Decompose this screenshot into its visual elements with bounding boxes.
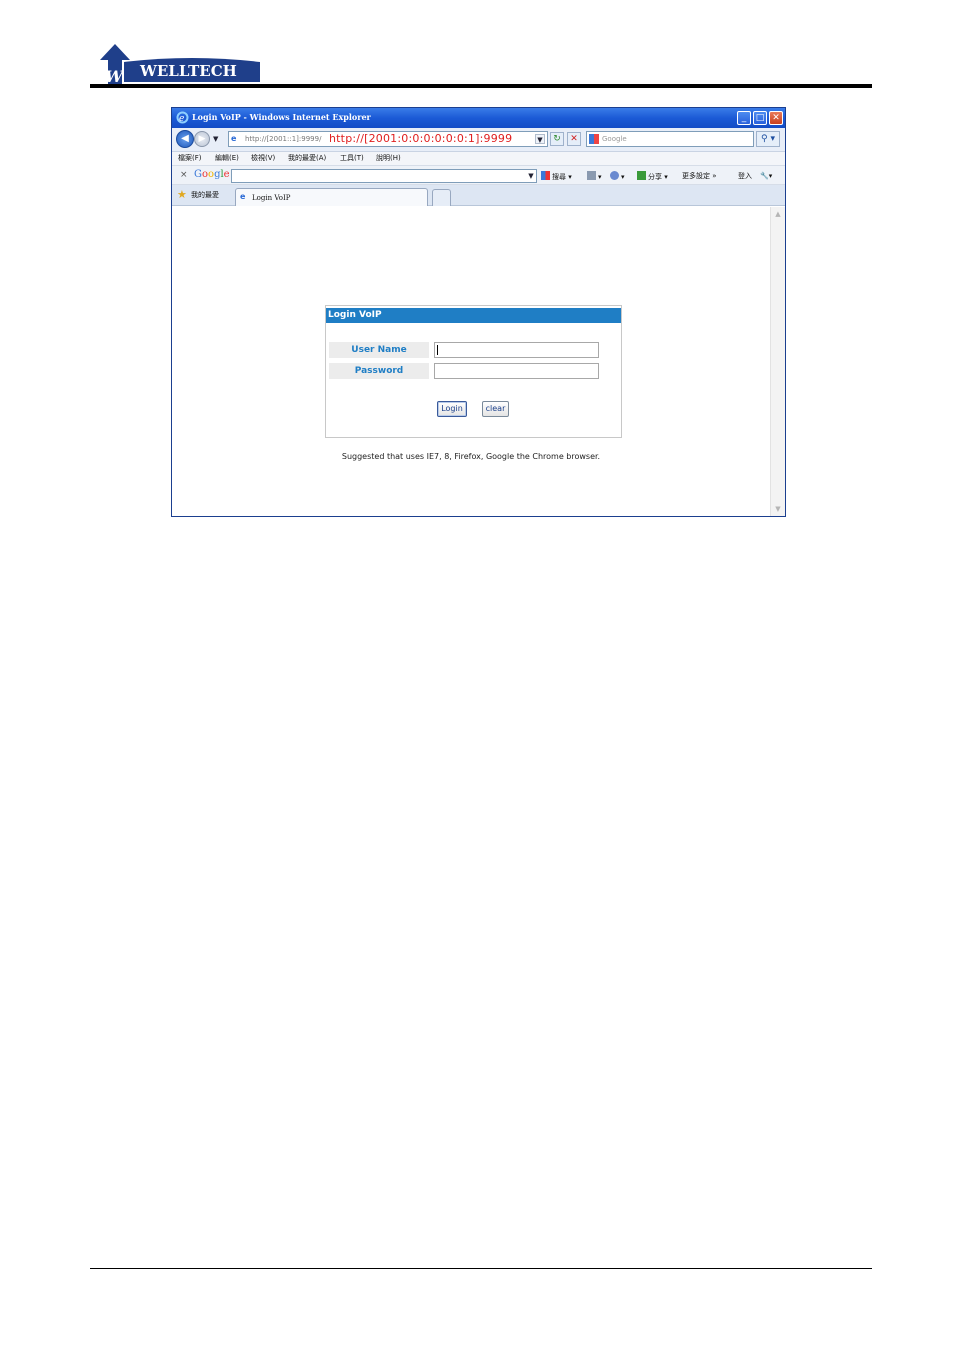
scroll-up-icon[interactable]: ▲	[772, 208, 784, 220]
share-button[interactable]: 分享 ▾	[637, 171, 668, 182]
menu-help[interactable]: 說明(H)	[376, 152, 401, 165]
title-bar[interactable]: e Login VoIP - Windows Internet Explorer…	[172, 108, 785, 128]
translate-menu[interactable]: ▾	[610, 171, 625, 182]
back-button[interactable]: ◀	[176, 130, 194, 148]
maximize-button[interactable]: □	[753, 111, 767, 125]
favorites-star-icon[interactable]: ★	[177, 189, 187, 201]
translate-icon	[610, 171, 619, 180]
google-search-icon	[541, 171, 550, 180]
text-cursor	[437, 345, 438, 355]
url-dropdown-icon[interactable]: ▼	[535, 134, 545, 144]
menu-edit[interactable]: 編輯(E)	[215, 152, 239, 165]
google-search-icon	[589, 134, 599, 144]
stop-button[interactable]: ✕	[567, 132, 581, 146]
ie-icon: e	[176, 111, 189, 124]
search-button[interactable]: ⚲ ▾	[756, 131, 780, 147]
google-toolbar-input[interactable]	[231, 169, 537, 183]
new-tab-button[interactable]	[432, 189, 451, 206]
minimize-button[interactable]: _	[737, 111, 751, 125]
address-bar: ◀ ▶ ▼ e http://[2001::1]:9999/ ▼ http://…	[172, 128, 785, 152]
tab-login-voip[interactable]: e Login VoIP	[235, 188, 428, 206]
menu-file[interactable]: 檔案(F)	[178, 152, 202, 165]
menu-bar: 檔案(F) 編輯(E) 檢視(V) 我的最愛(A) 工具(T) 說明(H)	[172, 152, 785, 165]
scroll-down-icon[interactable]: ▼	[772, 503, 784, 515]
username-input[interactable]	[434, 342, 599, 358]
google-search-button[interactable]: 搜尋 ▾	[541, 171, 572, 182]
wrench-icon[interactable]: 🔧▾	[760, 171, 772, 181]
login-header: Login VoIP	[326, 308, 621, 323]
login-button[interactable]: Login	[437, 401, 467, 417]
toolbar-close-icon[interactable]: ×	[180, 170, 188, 180]
login-panel: Login VoIP User Name Password Login clea…	[325, 305, 622, 438]
refresh-button[interactable]: ↻	[550, 132, 564, 146]
search-placeholder: Google	[602, 135, 627, 143]
header-rule	[90, 84, 872, 88]
page-viewport: Login VoIP User Name Password Login clea…	[172, 207, 770, 516]
menu-tools[interactable]: 工具(T)	[340, 152, 364, 165]
tab-ie-icon: e	[240, 192, 246, 201]
vertical-scrollbar[interactable]: ▲ ▼	[770, 207, 785, 516]
favorites-label[interactable]: 我的最愛	[191, 190, 219, 200]
login-title: Login VoIP	[328, 310, 382, 320]
tab-bar: ★ 我的最愛 e Login VoIP	[172, 185, 785, 206]
tab-label: Login VoIP	[252, 194, 291, 202]
page-ie-icon: e	[231, 134, 237, 143]
google-toolbar: × Google ▼ 搜尋 ▾ ▾ ▾ 分享 ▾ 更多設定 » 登入 🔧▾	[172, 165, 785, 185]
google-logo: Google	[194, 169, 230, 180]
signin-button[interactable]: 登入	[738, 171, 752, 181]
share-icon	[637, 171, 646, 180]
clear-button[interactable]: clear	[482, 401, 509, 417]
browser-window: e Login VoIP - Windows Internet Explorer…	[171, 107, 786, 517]
menu-view[interactable]: 檢視(V)	[251, 152, 275, 165]
url-annotation: http://[2001:0:0:0:0:0:0:1]:9999	[329, 132, 513, 145]
window-title: Login VoIP - Windows Internet Explorer	[192, 112, 371, 122]
back-arrow-icon: ◀	[181, 133, 189, 144]
logo-text: WELLTECH	[140, 62, 237, 80]
bookmark-icon	[587, 171, 596, 180]
google-search-label: 搜尋	[552, 173, 566, 181]
forward-button[interactable]: ▶	[194, 131, 210, 147]
password-label: Password	[329, 363, 429, 379]
footer-rule	[90, 1268, 872, 1269]
browser-suggestion: Suggested that uses IE7, 8, Firefox, Goo…	[341, 452, 601, 461]
share-label: 分享	[648, 173, 662, 181]
search-input[interactable]: Google	[586, 131, 754, 147]
bookmark-menu[interactable]: ▾	[587, 171, 602, 182]
welltech-logo: W WELLTECH	[100, 44, 260, 86]
menu-favorites[interactable]: 我的最愛(A)	[288, 152, 326, 165]
password-input[interactable]	[434, 363, 599, 379]
history-dropdown-icon[interactable]: ▼	[213, 135, 218, 143]
google-toolbar-dropdown-icon[interactable]: ▼	[526, 170, 536, 182]
url-text: http://[2001::1]:9999/	[245, 135, 322, 143]
forward-arrow-icon: ▶	[198, 134, 206, 144]
more-settings-button[interactable]: 更多設定 »	[682, 171, 717, 181]
close-button[interactable]: ✕	[769, 111, 783, 125]
svg-text:e: e	[179, 114, 184, 124]
username-label: User Name	[329, 342, 429, 358]
